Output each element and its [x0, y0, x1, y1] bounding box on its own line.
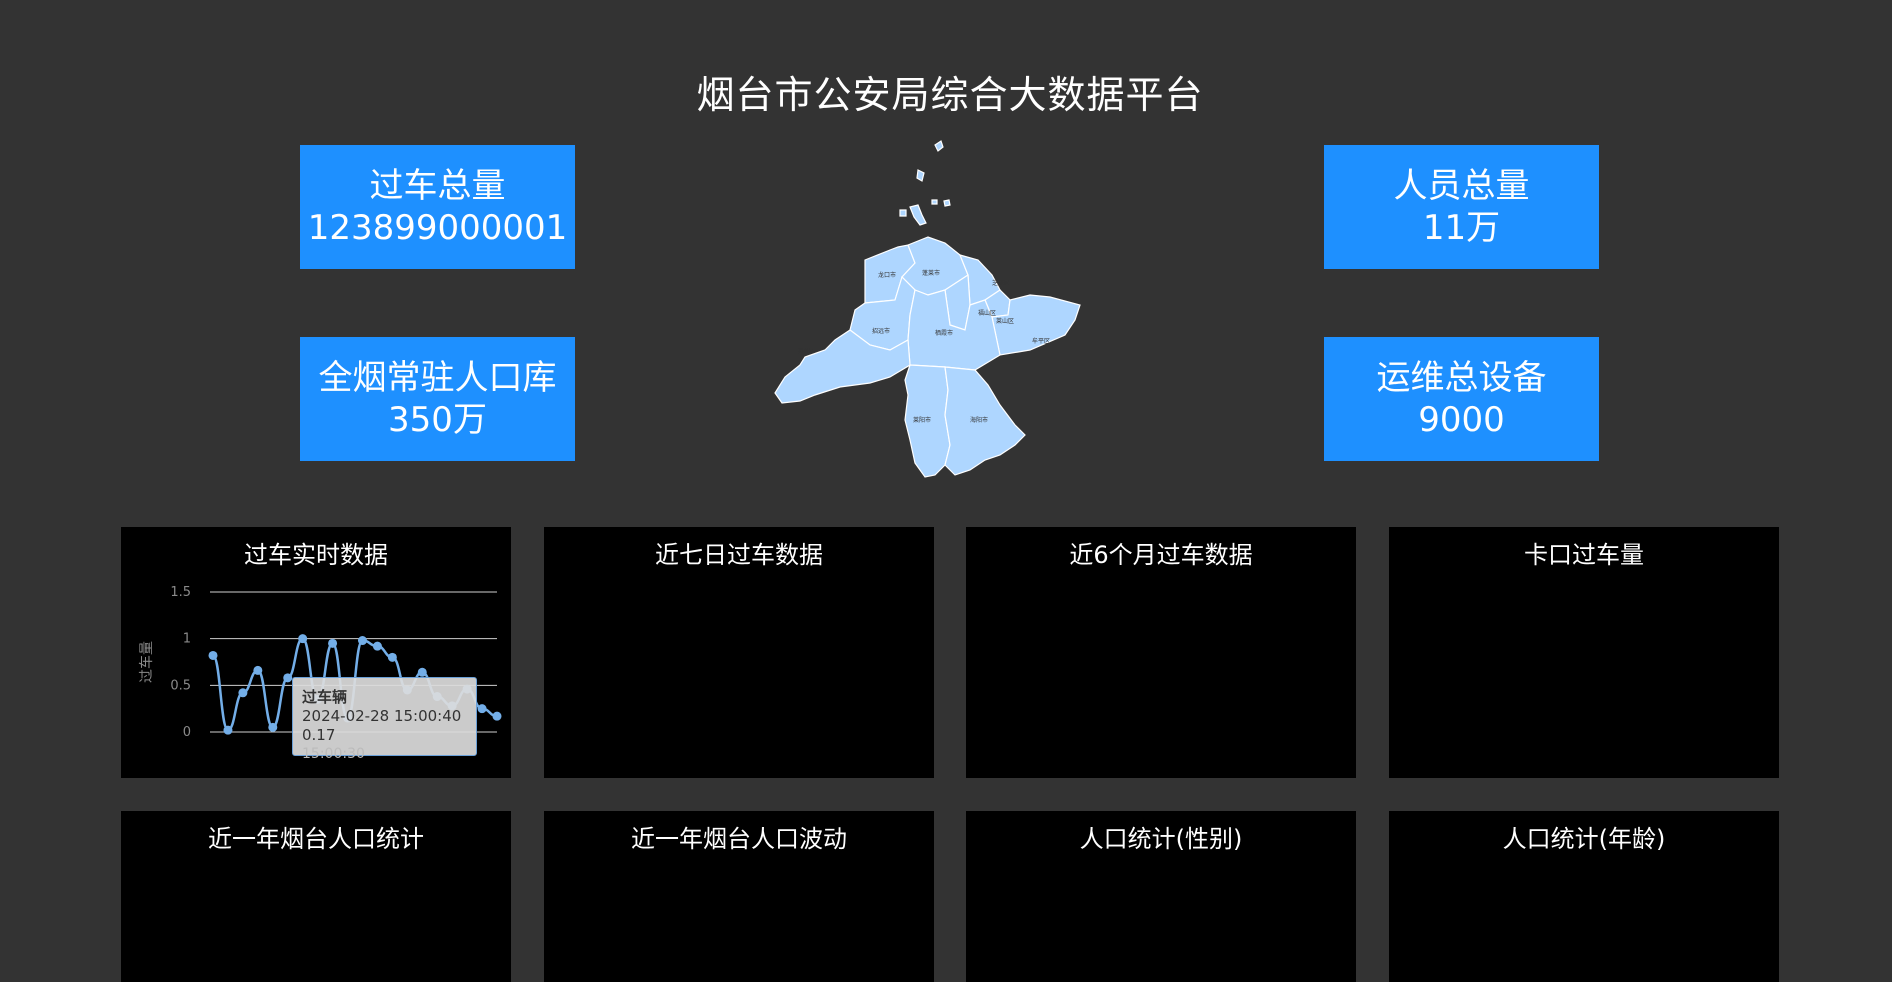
- map-island: [931, 199, 938, 205]
- map-label: 芝罘区: [992, 279, 1010, 287]
- map-label: 栖霞市: [935, 329, 953, 337]
- stat-value: 350万: [388, 400, 487, 440]
- data-point: [492, 711, 502, 721]
- panel-title: 近七日过车数据: [655, 541, 823, 569]
- stat-value: 123899000001: [307, 208, 568, 248]
- stat-label: 人员总量: [1393, 166, 1530, 206]
- data-point: [417, 667, 427, 677]
- stat-card-resident-population: 全烟常驻人口库 350万: [300, 337, 575, 461]
- data-point: [372, 641, 382, 651]
- map-island: [899, 209, 907, 217]
- data-point: [223, 725, 233, 735]
- panel-title: 近一年烟台人口统计: [208, 825, 424, 853]
- data-point: [387, 652, 397, 662]
- panel-title: 人口统计(性别): [1079, 825, 1243, 853]
- data-point: [208, 650, 218, 660]
- y-tick-label: 1.5: [170, 585, 191, 600]
- y-tick-label: 1: [183, 632, 191, 647]
- panel-checkpoint-volume: 卡口过车量: [1389, 527, 1779, 778]
- y-tick-label: 0.5: [170, 678, 191, 693]
- map-island: [916, 169, 925, 182]
- map-island: [934, 140, 944, 152]
- map-label: 莱山区: [996, 317, 1014, 325]
- stat-value: 9000: [1418, 400, 1505, 440]
- stat-card-vehicle-total: 过车总量 123899000001: [300, 145, 575, 269]
- stat-card-person-total: 人员总量 11万: [1324, 145, 1599, 269]
- stat-value: 11万: [1422, 208, 1501, 248]
- y-axis-label: 过车量: [138, 641, 155, 683]
- map-label: 莱阳市: [913, 416, 931, 424]
- stat-label: 全烟常驻人口库: [318, 358, 557, 398]
- tooltip-axis-ghost: 15:00:30: [302, 746, 365, 762]
- panel-title: 近6个月过车数据: [1069, 541, 1253, 569]
- stat-label: 过车总量: [369, 166, 506, 206]
- map-island: [909, 204, 927, 226]
- map-island: [943, 199, 951, 207]
- panel-seven-days: 近七日过车数据: [544, 527, 934, 778]
- map-label: 福山区: [978, 309, 996, 317]
- data-point: [328, 638, 338, 648]
- data-point: [298, 634, 308, 644]
- yantai-map[interactable]: 龙口市 蓬莱市 招远市 栖霞市 福山区 芝罘区 莱山区 牟平区 莱州市 莱阳市 …: [730, 125, 1110, 490]
- tooltip-series: 过车辆: [302, 688, 348, 706]
- map-label: 海阳市: [970, 416, 988, 424]
- map-label: 龙口市: [878, 271, 896, 279]
- chart-tooltip: 过车辆 2024-02-28 15:00:40 0.17 15:00:30: [292, 677, 477, 762]
- data-point: [357, 636, 367, 646]
- panel-population-gender: 人口统计(性别): [966, 811, 1356, 982]
- data-point: [268, 722, 278, 732]
- data-point: [238, 688, 248, 698]
- stat-card-device-total: 运维总设备 9000: [1324, 337, 1599, 461]
- map-label: 蓬莱市: [922, 269, 940, 277]
- map-label: 招远市: [872, 327, 890, 335]
- panel-population-year: 近一年烟台人口统计: [121, 811, 511, 982]
- page-title: 烟台市公安局综合大数据平台: [696, 73, 1204, 117]
- stat-label: 运维总设备: [1376, 358, 1547, 398]
- data-point: [253, 665, 263, 675]
- panel-title: 卡口过车量: [1524, 541, 1644, 569]
- tooltip-time: 2024-02-28 15:00:40: [302, 707, 462, 725]
- data-point: [477, 704, 487, 714]
- map-label: 莱州市: [798, 347, 816, 355]
- data-point: [283, 673, 293, 683]
- tooltip-value: 0.17: [302, 726, 336, 744]
- panel-population-age: 人口统计(年龄): [1389, 811, 1779, 982]
- panel-population-wave: 近一年烟台人口波动: [544, 811, 934, 982]
- panel-six-months: 近6个月过车数据: [966, 527, 1356, 778]
- map-label: 牟平区: [1032, 337, 1050, 345]
- panel-title: 人口统计(年龄): [1502, 825, 1666, 853]
- y-tick-label: 0: [183, 725, 191, 740]
- panel-title: 近一年烟台人口波动: [631, 825, 847, 853]
